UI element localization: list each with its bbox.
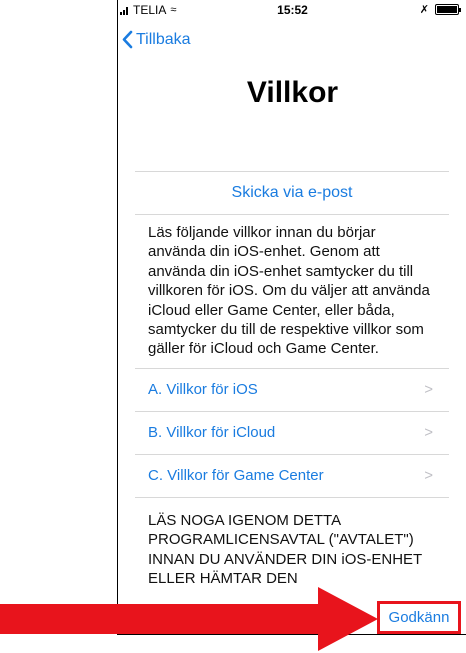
terms-intro: Läs följande villkor innan du börjar anv… (135, 215, 449, 369)
terms-item-game-center[interactable]: C. Villkor för Game Center > (135, 455, 449, 498)
bluetooth-icon: ✗ (419, 4, 429, 16)
license-text: LÄS NOGA IGENOM DETTA PROGRAMLICENSAVTAL… (148, 511, 422, 588)
page-title: Villkor (246, 76, 339, 109)
terms-item-label: C. Villkor för Game Center (148, 467, 324, 485)
status-bar: TELIA ≈ 15:52 ✗ (118, 0, 466, 20)
terms-item-ios[interactable]: A. Villkor för iOS > (135, 369, 449, 412)
terms-item-icloud[interactable]: B. Villkor för iCloud > (135, 412, 449, 455)
agree-button[interactable]: Godkänn (377, 601, 461, 634)
terms-sheet[interactable]: Skicka via e-post Läs följande villkor i… (135, 171, 449, 635)
chevron-left-icon (122, 30, 133, 49)
terms-item-label: A. Villkor för iOS (148, 381, 258, 399)
status-time: 15:52 (277, 3, 308, 17)
chevron-right-icon: > (424, 467, 433, 485)
terms-item-label: B. Villkor för iCloud (148, 424, 276, 442)
chevron-right-icon: > (424, 381, 433, 399)
phone-screen: TELIA ≈ 15:52 ✗ Tillbaka Villkor Skicka … (117, 0, 466, 635)
battery-icon (435, 4, 461, 15)
send-email-link[interactable]: Skicka via e-post (135, 172, 449, 215)
chevron-right-icon: > (424, 424, 433, 442)
back-button[interactable]: Tillbaka (122, 30, 191, 49)
back-label: Tillbaka (136, 30, 191, 48)
arrow-right-icon (0, 587, 378, 651)
